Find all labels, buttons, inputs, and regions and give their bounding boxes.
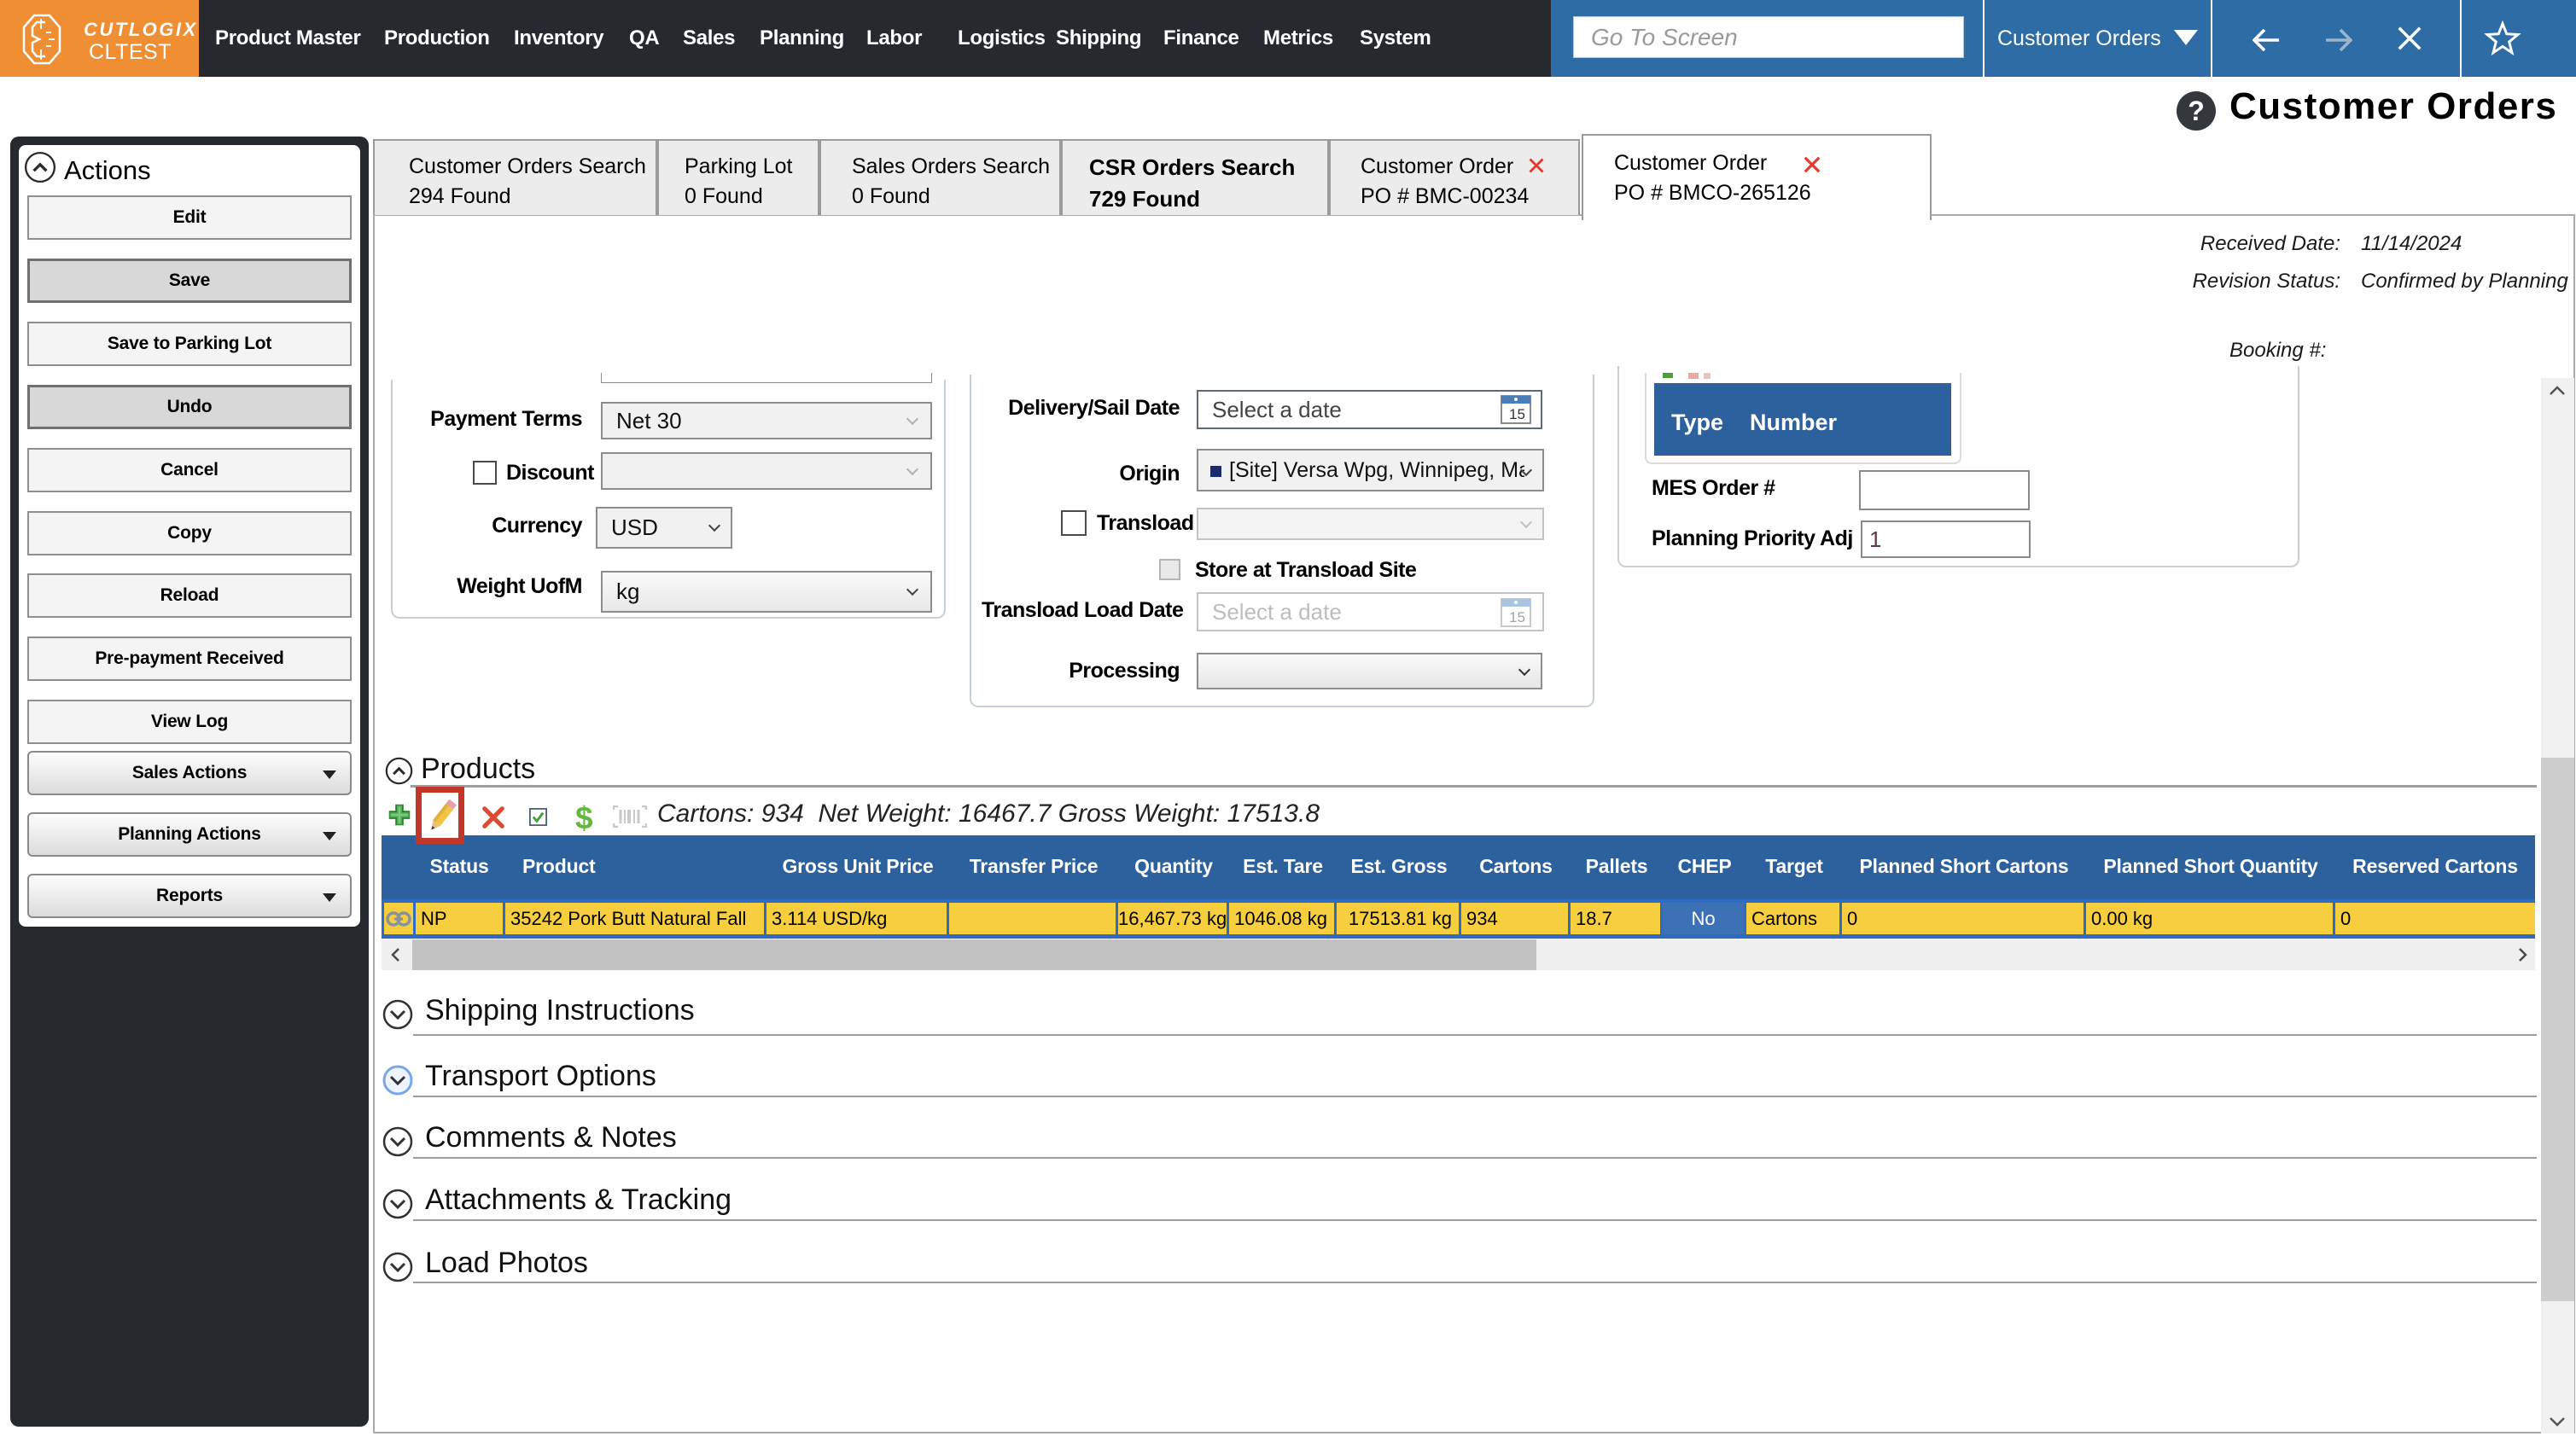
svg-text:15: 15 bbox=[1509, 609, 1525, 625]
svg-text:15: 15 bbox=[1509, 406, 1525, 422]
